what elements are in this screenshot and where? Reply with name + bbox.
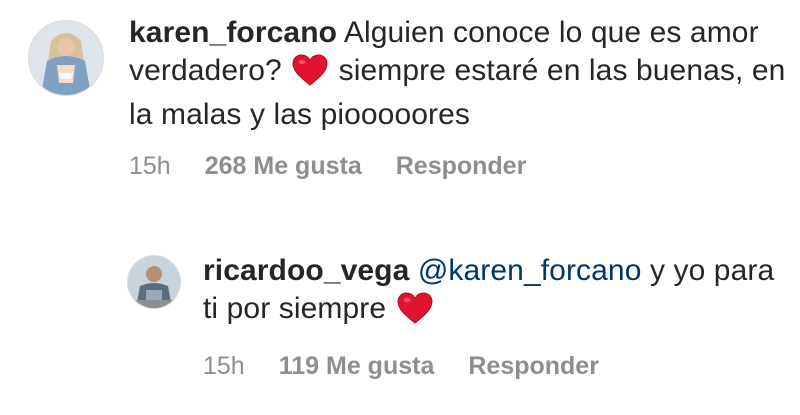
reply-button[interactable]: Responder — [396, 152, 527, 181]
reply-button[interactable]: Responder — [468, 352, 599, 381]
red-heart-emoji-icon — [397, 292, 433, 334]
username[interactable]: ricardoo_vega — [203, 254, 409, 287]
comment-meta: 15h 119 Me gusta Responder — [203, 352, 787, 381]
timestamp: 15h — [203, 352, 245, 380]
likes-count[interactable]: 119 Me gusta — [279, 352, 435, 381]
mention-link[interactable]: @karen_forcano — [418, 254, 642, 287]
comment-body: karen_forcano Alguien conoce lo que es a… — [129, 14, 788, 181]
avatar[interactable] — [127, 255, 181, 309]
avatar[interactable] — [28, 20, 104, 96]
avatar-image — [29, 21, 103, 95]
likes-count[interactable]: 268 Me gusta — [205, 152, 362, 181]
timestamp: 15h — [129, 152, 171, 180]
reply-comment: ricardoo_vega @karen_forcano y yo para t… — [127, 252, 787, 381]
comment-text: karen_forcano Alguien conoce lo que es a… — [129, 14, 788, 134]
comment-body: ricardoo_vega @karen_forcano y yo para t… — [203, 252, 787, 381]
avatar-image — [128, 256, 180, 308]
comment-meta: 15h 268 Me gusta Responder — [129, 152, 788, 181]
red-heart-emoji-icon — [292, 54, 328, 96]
comment-text: ricardoo_vega @karen_forcano y yo para t… — [203, 252, 787, 334]
comment: karen_forcano Alguien conoce lo que es a… — [28, 14, 788, 181]
username[interactable]: karen_forcano — [129, 16, 337, 49]
